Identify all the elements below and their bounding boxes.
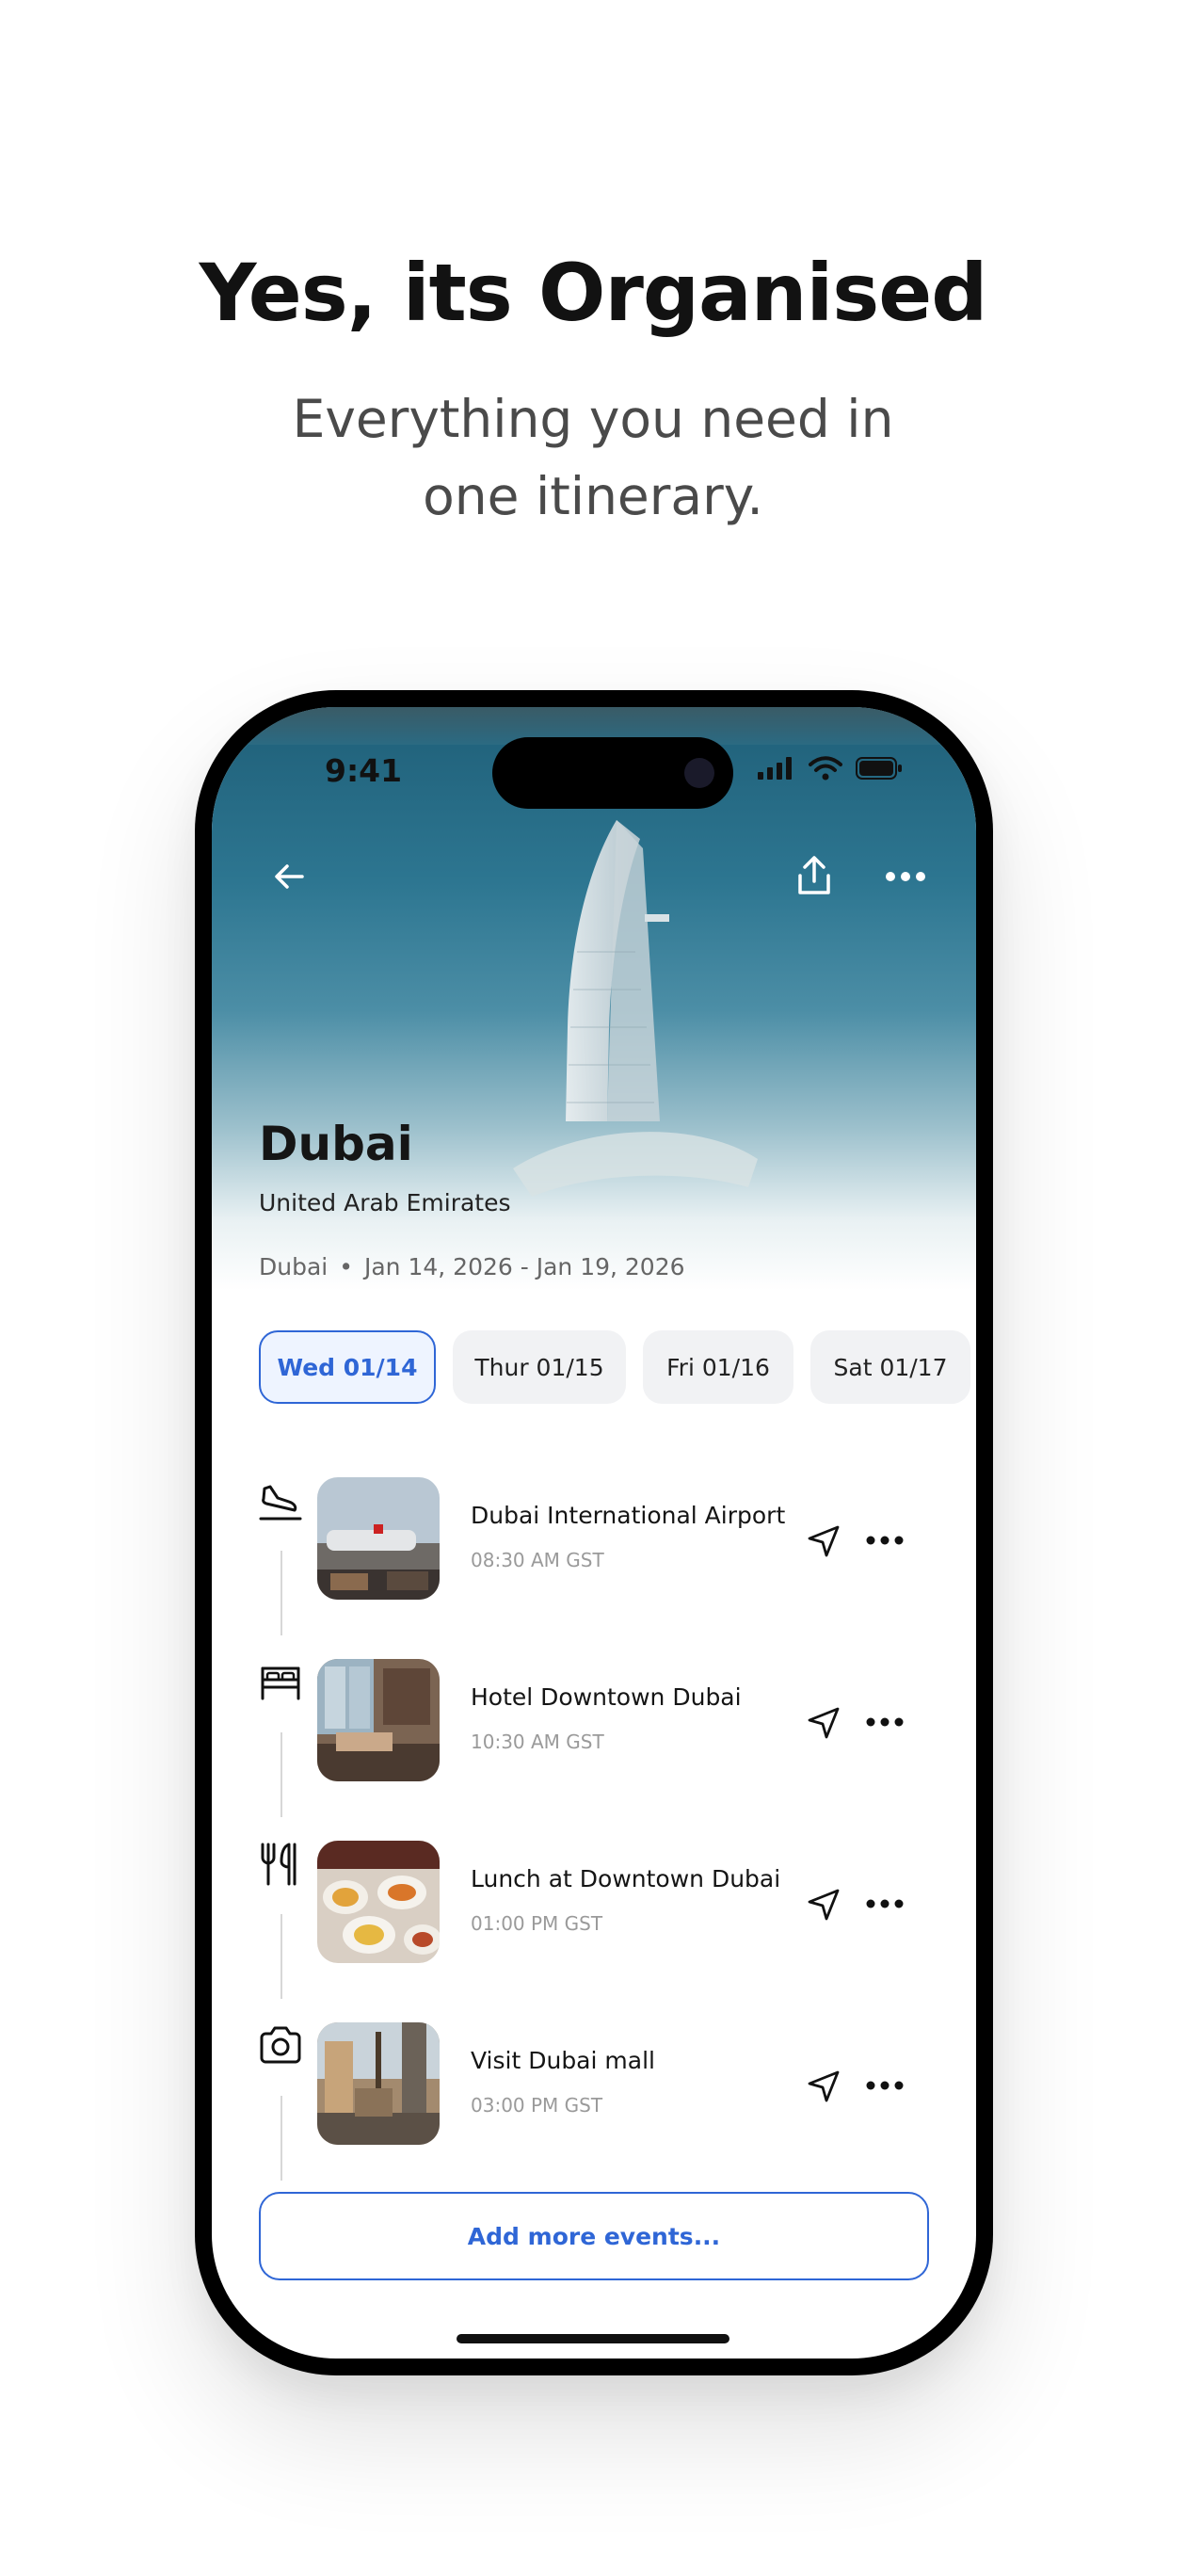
separator-dot: • — [339, 1253, 353, 1280]
navigation-arrow-icon[interactable] — [805, 1704, 842, 1742]
share-button[interactable] — [786, 848, 842, 905]
status-bar: 9:41 — [212, 707, 976, 809]
event-thumbnail — [317, 1659, 440, 1781]
event-thumbnail — [317, 1477, 440, 1600]
plane-landing-icon — [259, 1485, 302, 1521]
event-time: 01:00 PM GST — [471, 1912, 603, 1935]
share-icon — [798, 856, 830, 894]
home-indicator[interactable] — [457, 2334, 729, 2343]
more-horizontal-icon — [886, 872, 925, 881]
event-thumbnail — [317, 1841, 440, 1963]
burj-al-arab-illustration — [513, 820, 758, 1197]
system-icons — [758, 756, 903, 781]
subhead: Everything you need in one itinerary. — [0, 380, 1186, 535]
fork-knife-icon — [261, 1843, 296, 1886]
bed-icon — [261, 1666, 300, 1700]
day-tab-fri[interactable]: Fri 01/16 — [643, 1330, 793, 1404]
event-row[interactable]: Visit Dubai mall 03:00 PM GST — [212, 2022, 976, 2203]
more-options-button[interactable] — [877, 848, 934, 905]
signal-icon — [758, 757, 792, 780]
subhead-line-1: Everything you need in — [292, 389, 894, 449]
trip-location: Dubai — [259, 1253, 329, 1280]
dynamic-island — [492, 737, 733, 809]
timeline-connector — [280, 2096, 282, 2181]
navigation-arrow-icon[interactable] — [805, 1886, 842, 1924]
event-row[interactable]: Dubai International Airport 08:30 AM GST — [212, 1477, 976, 1658]
day-tab-thur[interactable]: Thur 01/15 — [453, 1330, 626, 1404]
timeline-connector — [280, 1914, 282, 1999]
event-time: 10:30 AM GST — [471, 1731, 604, 1753]
trip-date-range: Jan 14, 2026 - Jan 19, 2026 — [363, 1253, 685, 1280]
event-title: Dubai International Airport — [471, 1502, 786, 1529]
day-tab-wed[interactable]: Wed 01/14 — [259, 1330, 436, 1404]
subhead-line-2: one itinerary. — [423, 466, 763, 526]
trip-summary: Dubai • Jan 14, 2026 - Jan 19, 2026 — [259, 1253, 685, 1280]
phone-frame: 9:41 Dubai United Arab Emirates Dubai • … — [195, 690, 993, 2375]
wifi-icon — [809, 756, 842, 781]
day-tabs: Wed 01/14 Thur 01/15 Fri 01/16 Sat 01/17 — [259, 1330, 970, 1404]
battery-icon — [856, 757, 902, 780]
event-title: Visit Dubai mall — [471, 2047, 655, 2074]
more-horizontal-icon[interactable] — [852, 1526, 918, 1554]
event-row[interactable]: Lunch at Downtown Dubai 01:00 PM GST — [212, 1841, 976, 2021]
timeline-connector — [280, 1732, 282, 1817]
day-tab-sat[interactable]: Sat 01/17 — [810, 1330, 970, 1404]
trip-country: United Arab Emirates — [259, 1189, 511, 1216]
event-thumbnail — [317, 2022, 440, 2145]
navigation-arrow-icon[interactable] — [805, 2068, 842, 2105]
trip-city-title: Dubai — [259, 1117, 413, 1171]
more-horizontal-icon[interactable] — [852, 1890, 918, 1918]
camera-dot-icon — [684, 758, 714, 788]
arrow-left-icon — [275, 864, 304, 889]
phone-screen: 9:41 Dubai United Arab Emirates Dubai • … — [212, 707, 976, 2359]
status-time: 9:41 — [325, 752, 403, 789]
navigation-arrow-icon[interactable] — [805, 1522, 842, 1560]
timeline-connector — [280, 1551, 282, 1635]
event-title: Lunch at Downtown Dubai — [471, 1865, 781, 1892]
event-row[interactable]: Hotel Downtown Dubai 10:30 AM GST — [212, 1659, 976, 1840]
back-button[interactable] — [261, 848, 317, 905]
more-horizontal-icon[interactable] — [852, 1708, 918, 1736]
camera-icon — [260, 2026, 301, 2064]
event-time: 03:00 PM GST — [471, 2094, 603, 2117]
event-title: Hotel Downtown Dubai — [471, 1683, 742, 1711]
more-horizontal-icon[interactable] — [852, 2071, 918, 2100]
add-more-events-button[interactable]: Add more events... — [259, 2192, 929, 2280]
headline: Yes, its Organised — [199, 247, 988, 339]
event-time: 08:30 AM GST — [471, 1549, 604, 1571]
